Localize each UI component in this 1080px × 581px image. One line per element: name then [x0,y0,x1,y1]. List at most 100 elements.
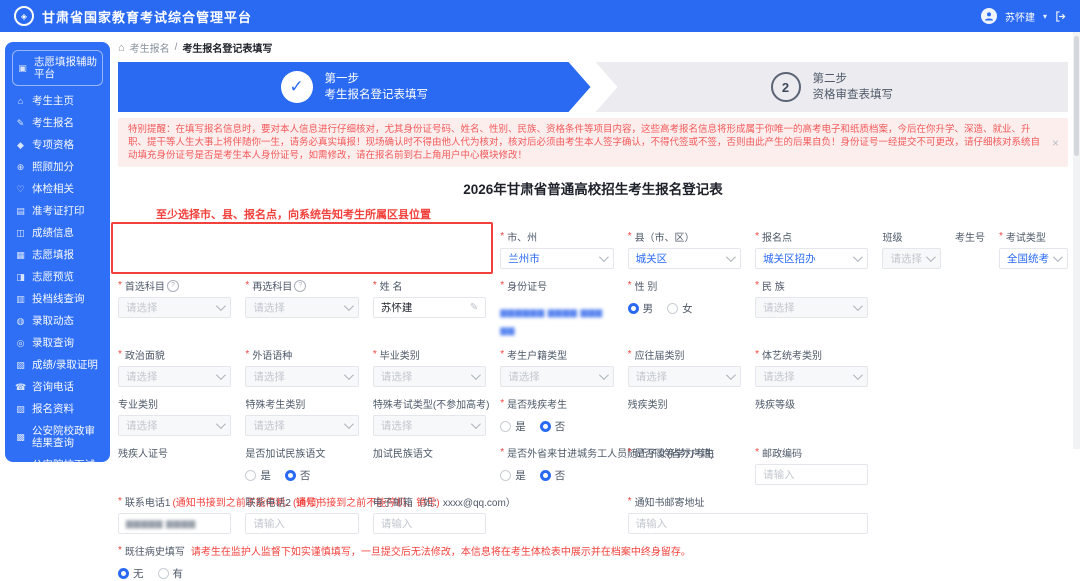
sidebar-item-health[interactable]: ♡体检相关 [5,178,110,200]
sidebar-item-score[interactable]: ◫成绩信息 [5,222,110,244]
select-placeholder: 请选择 [126,369,158,384]
radio-selected-icon[interactable] [285,470,296,481]
health-icon: ♡ [15,183,26,195]
field-label-text: 是否残疾考生 [507,396,567,411]
field-label-text: 班级 [882,229,902,244]
select-field[interactable]: 请选择 [373,415,486,436]
chevron-down-icon [926,252,936,262]
field-label: *通知书邮寄地址 [628,494,869,509]
logout-icon[interactable] [1055,11,1066,22]
sidebar-item-admission-status[interactable]: ◍录取动态 [5,310,110,332]
radio-option[interactable]: 女 [667,301,693,316]
vertical-scrollbar[interactable] [1073,32,1080,449]
sidebar-item-label: 投档线查询 [32,293,85,305]
text-input[interactable]: 苏怀建✎ [373,297,486,318]
sidebar-item-admission-query[interactable]: ◎录取查询 [5,332,110,354]
select-field[interactable]: 请选择 [500,366,613,387]
select-field[interactable]: 请选择 [373,366,486,387]
sidebar-item-police-interview[interactable]: ◔公安院校面试时间查询 [5,454,110,488]
radio-option[interactable]: 否 [540,468,566,483]
masked-value: ▆▆▆▆▆ ▆▆▆▆ [126,518,196,529]
text-input[interactable]: 请输入 [245,513,358,534]
required-star: * [373,280,377,291]
sidebar-item-bonus[interactable]: ⊕照顾加分 [5,156,110,178]
text-input[interactable]: 请输入 [373,513,486,534]
radio-option[interactable]: 是 [245,468,271,483]
sidebar-item-register[interactable]: ✎考生报名 [5,112,110,134]
radio-selected-icon[interactable] [540,421,551,432]
field-label: 残疾类别 [628,396,741,411]
select-field[interactable]: 兰州市 [500,248,613,269]
select-field[interactable]: 城关区招办 [755,248,868,269]
sidebar-item-cutoff-query[interactable]: ▥投档线查询 [5,288,110,310]
input-placeholder: 请输入 [253,516,285,531]
breadcrumb-separator: / [175,42,178,53]
select-field[interactable]: 请选择 [245,415,358,436]
select-field[interactable]: 请选择 [118,297,231,318]
radio-label: 有 [173,566,184,581]
scrollbar-thumb[interactable] [1074,36,1079,156]
required-star: * [628,231,632,242]
field-label-text: 报名点 [762,229,792,244]
radio-option[interactable]: 是 [500,419,526,434]
field-label-text: 毕业类别 [380,347,420,362]
radio-unselected-icon[interactable] [500,470,511,481]
masked-value-field[interactable]: ▆▆▆▆▆ ▆▆▆▆ [118,513,231,534]
field-label: *政治面貌 [118,347,231,362]
radio-option[interactable]: 无 [118,566,144,581]
select-value: 兰州市 [508,251,540,266]
radio-option[interactable]: 是 [500,468,526,483]
required-star: * [628,496,632,507]
field-label-text: 特殊考试类型(不参加高考) [373,396,490,411]
select-field[interactable]: 城关区 [628,248,741,269]
required-star: * [118,545,122,556]
sidebar-item-print[interactable]: ▤准考证打印 [5,200,110,222]
help-icon[interactable]: ? [167,280,179,292]
chevron-down-icon [344,370,354,380]
select-field[interactable]: 全国统考 [999,248,1068,269]
sidebar-item-preview[interactable]: ◨志愿预览 [5,266,110,288]
sidebar-item-certificate[interactable]: ▧成绩/录取证明 [5,354,110,376]
select-placeholder: 请选择 [763,369,795,384]
radio-selected-icon[interactable] [628,303,639,314]
user-avatar-icon[interactable] [981,8,997,24]
field-red-note: 请考生在监护人监督下如实谨慎填写，一旦提交后无法修改，本信息将在考生体检表中展示… [191,543,691,558]
radio-unselected-icon[interactable] [500,421,511,432]
select-field[interactable]: 请选择 [245,297,358,318]
radio-option[interactable]: 有 [158,566,184,581]
field-label-text: 姓 名 [380,278,403,293]
radio-selected-icon[interactable] [540,470,551,481]
form-field: *联系电话1(通知书接到之前不能停机、销号)▆▆▆▆▆ ▆▆▆▆ [118,494,231,534]
text-input[interactable]: 请输入 [628,513,869,534]
select-placeholder: 请选择 [253,369,285,384]
masked-value-field[interactable]: ▆▆▆▆▆▆ ▆▆▆▆ ▆▆▆ ▆▆ [500,297,613,338]
sidebar-item-material[interactable]: ▨报名资料 [5,398,110,420]
breadcrumb-parent[interactable]: 考生报名 [130,40,170,55]
radio-unselected-icon[interactable] [667,303,678,314]
radio-unselected-icon[interactable] [245,470,256,481]
edit-icon[interactable]: ✎ [470,302,478,313]
user-name[interactable]: 苏怀建 [1005,9,1035,24]
radio-unselected-icon[interactable] [158,568,169,579]
radio-option[interactable]: 男 [628,301,654,316]
select-field[interactable]: 请选择 [755,366,868,387]
select-field[interactable]: 请选择 [755,297,868,318]
radio-option[interactable]: 否 [285,468,311,483]
chevron-down-icon[interactable]: ▾ [1043,12,1047,21]
select-field[interactable]: 请选择 [118,366,231,387]
sidebar-item-platform[interactable]: ▣志愿填报辅助平台 [12,50,103,86]
select-field[interactable]: 请选择 [118,415,231,436]
select-field[interactable]: 请选择 [628,366,741,387]
sidebar-item-home[interactable]: ⌂考生主页 [5,90,110,112]
sidebar-item-qualification[interactable]: ◆专项资格 [5,134,110,156]
sidebar-item-apply[interactable]: ▦志愿填报 [5,244,110,266]
sidebar-item-phone[interactable]: ☎咨询电话 [5,376,110,398]
radio-selected-icon[interactable] [118,568,129,579]
text-input[interactable]: 请输入 [755,464,868,485]
radio-option[interactable]: 否 [540,419,566,434]
home-icon[interactable]: ⌂ [118,42,125,54]
help-icon[interactable]: ? [294,280,306,292]
select-field[interactable]: 请选择 [245,366,358,387]
select-field[interactable]: 请选择 [882,248,941,269]
close-icon[interactable]: × [1052,138,1059,148]
